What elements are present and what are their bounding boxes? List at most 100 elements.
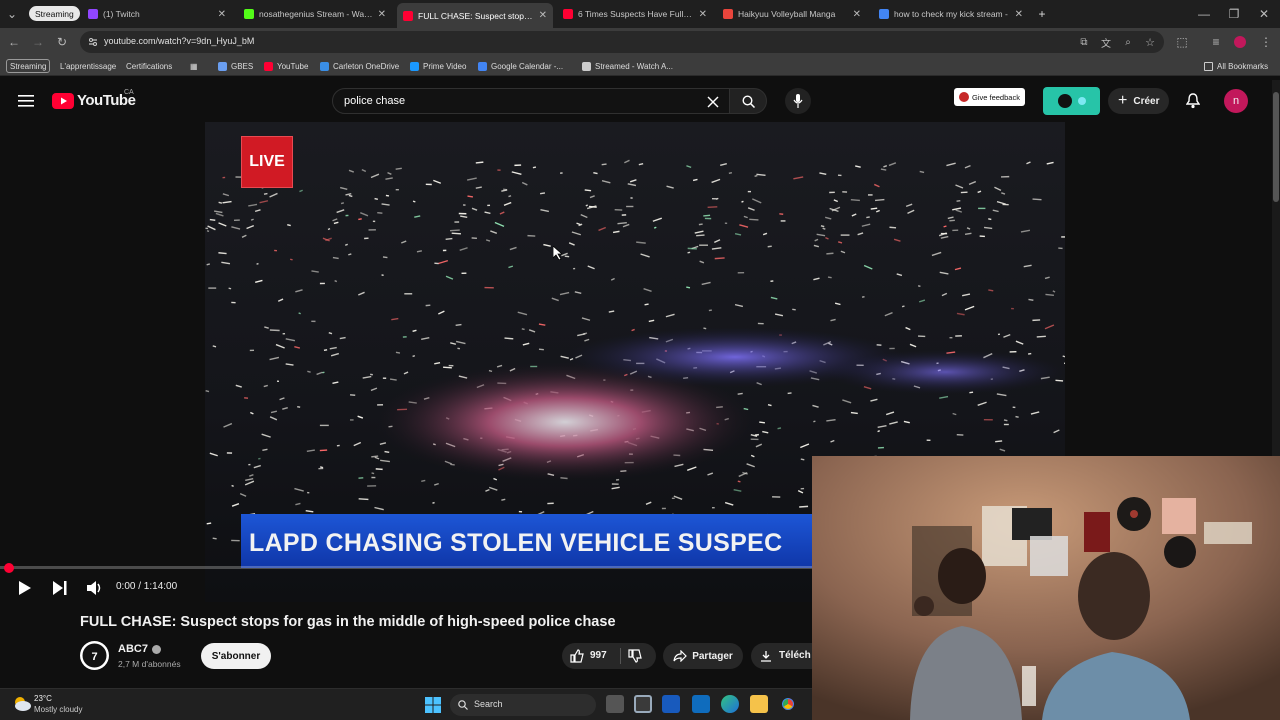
browser-tab[interactable]: FULL CHASE: Suspect stops for ✕: [397, 3, 553, 28]
city-light: [926, 439, 931, 442]
progress-bar[interactable]: [0, 566, 812, 569]
like-count[interactable]: 997: [590, 650, 607, 661]
bookmark-item[interactable]: Certifications: [126, 59, 172, 73]
cast-icon[interactable]: ⧉: [1076, 34, 1092, 50]
profile-avatar[interactable]: [1232, 34, 1248, 50]
volume-icon[interactable]: [86, 579, 104, 597]
tab-close-icon[interactable]: ✕: [218, 9, 226, 20]
maximize-icon[interactable]: ❐: [1226, 6, 1242, 22]
extension-toggle[interactable]: [1043, 87, 1100, 115]
next-video-icon[interactable]: [52, 580, 68, 596]
city-light: [319, 282, 325, 285]
new-tab-button[interactable]: +: [1034, 6, 1050, 22]
edge-icon[interactable]: [721, 695, 739, 713]
zoom-icon[interactable]: ⌕: [1120, 34, 1136, 50]
back-icon[interactable]: ←: [6, 34, 22, 50]
bookmark-item[interactable]: Streaming: [6, 59, 51, 73]
bookmark-item[interactable]: Carleton OneDrive: [320, 59, 399, 73]
site-info-icon[interactable]: [88, 37, 98, 47]
city-light: [226, 452, 233, 454]
subscribe-button[interactable]: S'abonner: [201, 643, 271, 669]
scrollbar-thumb[interactable]: [1273, 92, 1279, 202]
city-light: [448, 364, 454, 367]
search-box[interactable]: police chase: [332, 88, 730, 114]
player-controls: 0:00 / 1:14:00: [0, 570, 812, 604]
city-light: [842, 191, 848, 193]
file-explorer-icon[interactable]: [750, 695, 768, 713]
browser-tab[interactable]: nosathegenius Stream - Watch ✕: [238, 4, 392, 24]
bookmark-item[interactable]: Streamed - Watch A...: [582, 59, 673, 73]
channel-name-row[interactable]: ABC7: [118, 643, 161, 655]
browser-tab[interactable]: Haikyuu Volleyball Manga ✕: [717, 4, 867, 24]
tab-group-label[interactable]: Streaming: [29, 6, 80, 21]
task-view-icon[interactable]: [606, 695, 624, 713]
city-light: [404, 293, 413, 295]
browser-tab[interactable]: how to check my kick stream - ✕: [873, 4, 1029, 24]
settings-gear-icon[interactable]: [634, 695, 652, 713]
word-icon[interactable]: [662, 695, 680, 713]
city-light: [208, 287, 217, 289]
city-light: [626, 205, 634, 208]
channel-avatar[interactable]: 7: [80, 641, 109, 670]
address-bar[interactable]: youtube.com/watch?v=9dn_HyuJ_bM ⧉ 文 ⌕ ☆: [80, 31, 1164, 53]
hamburger-menu-icon[interactable]: [18, 94, 34, 108]
youtube-logo[interactable]: YouTube: [52, 92, 136, 109]
like-icon[interactable]: [570, 649, 584, 663]
search-icon: [741, 94, 755, 108]
city-light: [395, 189, 399, 191]
bookmark-item[interactable]: GBES: [218, 59, 253, 73]
play-icon[interactable]: [18, 580, 32, 596]
windows-start-icon[interactable]: [425, 697, 441, 713]
browser-menu-icon[interactable]: ⋮: [1258, 34, 1274, 50]
bookmark-item[interactable]: L'apprentissage: [60, 59, 116, 73]
close-window-icon[interactable]: ✕: [1256, 6, 1272, 22]
bookmark-item[interactable]: Prime Video: [410, 59, 466, 73]
notifications-bell-icon[interactable]: [1186, 93, 1200, 109]
share-button[interactable]: Partager: [663, 643, 743, 669]
translate-icon[interactable]: 文: [1098, 34, 1114, 50]
bookmark-label: GBES: [231, 61, 254, 71]
chrome-icon[interactable]: [779, 695, 797, 713]
create-button[interactable]: + Créer: [1108, 88, 1170, 114]
browser-tab[interactable]: 6 Times Suspects Have Full-Blo ✕: [557, 4, 713, 24]
forward-icon[interactable]: →: [30, 34, 46, 50]
all-bookmarks[interactable]: All Bookmarks: [1204, 59, 1268, 73]
download-button[interactable]: Téléch: [751, 643, 812, 669]
city-light: [829, 191, 835, 194]
feedback-icon: [959, 92, 969, 102]
tab-close-icon[interactable]: ✕: [539, 10, 547, 21]
search-input[interactable]: police chase: [344, 95, 405, 107]
tab-close-icon[interactable]: ✕: [853, 9, 861, 20]
page-scrollbar[interactable]: [1272, 80, 1280, 460]
tab-search-icon[interactable]: ⌄: [4, 6, 20, 22]
bookmark-item[interactable]: Google Calendar -...: [478, 59, 563, 73]
dislike-icon[interactable]: [628, 649, 642, 663]
account-avatar[interactable]: n: [1224, 89, 1248, 113]
give-feedback-button[interactable]: Give feedback: [954, 88, 1025, 106]
abc7-logo-icon: 7: [82, 643, 107, 668]
reload-icon[interactable]: ↻: [54, 34, 70, 50]
browser-tab[interactable]: (1) Twitch ✕: [82, 4, 232, 24]
weather-widget[interactable]: [12, 693, 32, 713]
tab-close-icon[interactable]: ✕: [1015, 9, 1023, 20]
city-light: [349, 419, 354, 421]
create-label: Créer: [1133, 95, 1160, 107]
outlook-icon[interactable]: [692, 695, 710, 713]
media-controls-icon[interactable]: ≡: [1208, 34, 1224, 50]
channel-name[interactable]: ABC7: [118, 643, 148, 655]
city-light: [750, 438, 759, 441]
minimize-icon[interactable]: —: [1196, 6, 1212, 22]
taskbar-search[interactable]: Search: [450, 694, 596, 716]
apps-grid-icon[interactable]: ▦: [190, 59, 198, 73]
bookmark-star-icon[interactable]: ☆: [1142, 34, 1158, 50]
extensions-icon[interactable]: ⬚: [1174, 34, 1190, 50]
voice-search-button[interactable]: [785, 88, 811, 114]
bookmark-item[interactable]: YouTube: [264, 59, 308, 73]
tab-close-icon[interactable]: ✕: [699, 9, 707, 20]
tab-favicon-icon: [403, 10, 413, 21]
search-button[interactable]: [729, 88, 767, 114]
tab-close-icon[interactable]: ✕: [378, 9, 386, 20]
bookmark-label: YouTube: [277, 61, 309, 71]
clear-search-icon[interactable]: [707, 96, 719, 108]
city-light: [1011, 307, 1014, 310]
